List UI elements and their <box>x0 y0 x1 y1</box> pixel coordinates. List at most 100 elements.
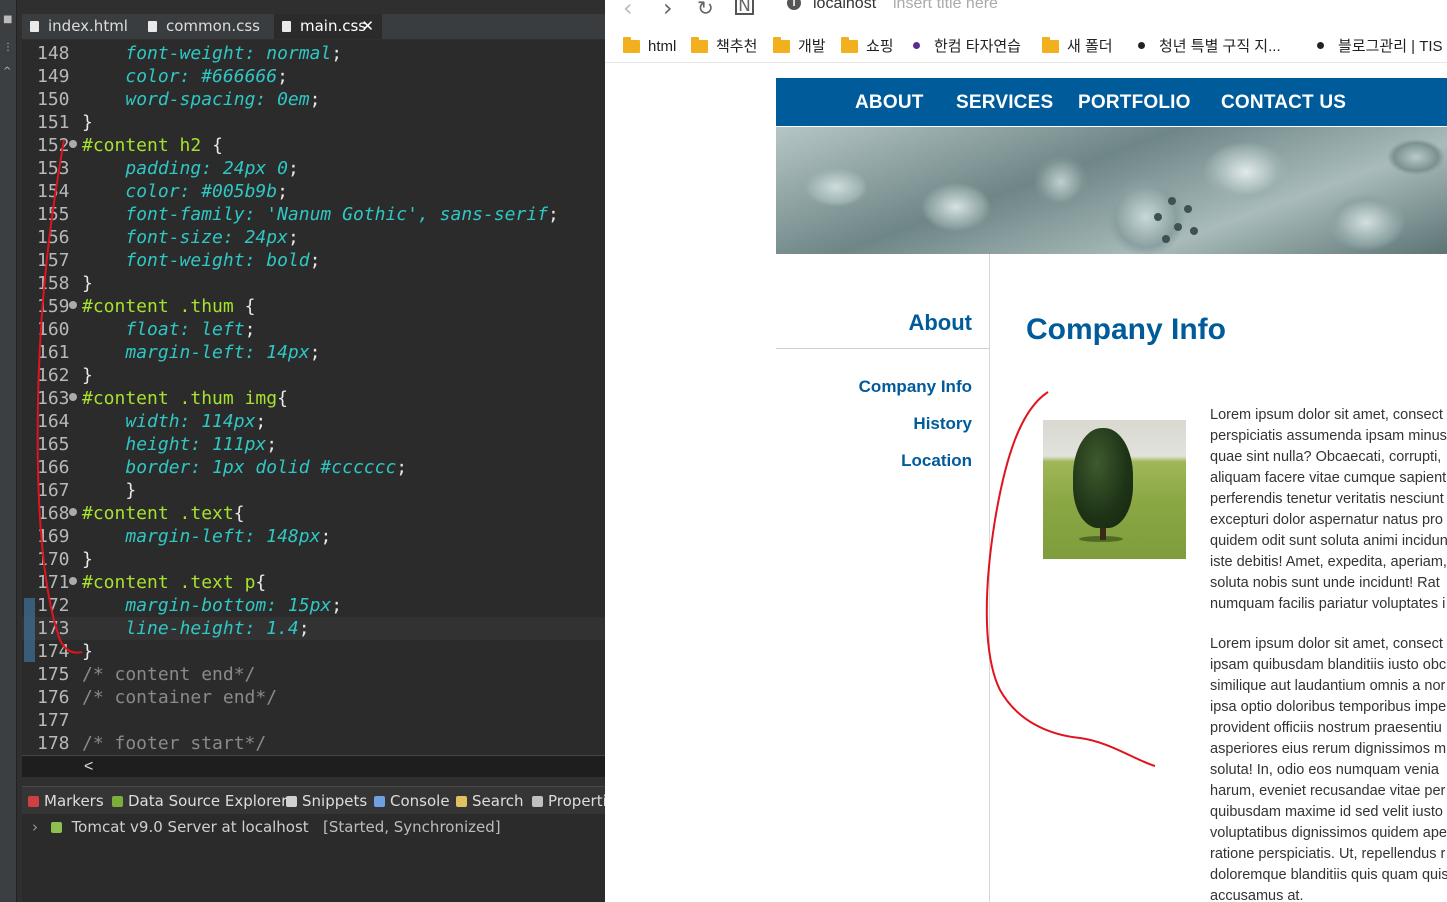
code-line[interactable]: 164 width: 114px; <box>22 410 605 433</box>
bookmark-item[interactable]: 블로그관리 | TIS <box>1317 34 1443 62</box>
panel-tab-properties[interactable]: Properti <box>532 787 607 815</box>
line-number: 167 <box>37 480 70 501</box>
code-line[interactable]: 156 font-size: 24px; <box>22 226 605 249</box>
code-line[interactable]: 150 word-spacing: 0em; <box>22 88 605 111</box>
code-token: ; <box>287 158 299 179</box>
code-line[interactable]: 169 margin-left: 148px; <box>22 525 605 548</box>
code-line[interactable]: 171 #content .text p{ <box>22 571 605 594</box>
reload-icon[interactable]: ↻ <box>697 0 714 20</box>
tab-common-css[interactable]: common.css <box>140 14 274 39</box>
code-line[interactable]: 148 font-weight: normal; <box>22 42 605 65</box>
code-line[interactable]: 177 <box>22 709 605 732</box>
bookmark-item[interactable]: 새 폴더 <box>1042 34 1113 62</box>
back-icon[interactable]: ‹ <box>623 0 633 22</box>
fold-marker-icon[interactable] <box>69 393 77 401</box>
line-number: 150 <box>37 89 70 110</box>
notion-icon[interactable]: N <box>735 0 754 15</box>
code-line[interactable]: 162} <box>22 364 605 387</box>
code-line[interactable]: 168 #content .text{ <box>22 502 605 525</box>
panel-tab-markers[interactable]: Markers <box>28 787 104 815</box>
panel-tab-snippets[interactable]: Snippets <box>286 787 367 815</box>
bookmark-item[interactable]: 쇼핑 <box>841 34 894 62</box>
code-line[interactable]: 149 color: #666666; <box>22 65 605 88</box>
code-line[interactable]: 152 #content h2 { <box>22 134 605 157</box>
forward-icon[interactable]: › <box>663 0 673 22</box>
code-token: left <box>201 319 245 340</box>
expand-chevron-icon[interactable]: › <box>32 818 38 836</box>
sidebar-link-history[interactable]: History <box>776 414 972 434</box>
code-line[interactable]: 161 margin-left: 14px; <box>22 341 605 364</box>
code-line[interactable]: 172 margin-bottom: 15px; <box>22 594 605 617</box>
site-info-icon[interactable]: i <box>787 0 801 10</box>
panel-tab-data-source-explorer[interactable]: Data Source Explorer <box>112 787 287 815</box>
code-line[interactable]: 163 #content .thum img{ <box>22 387 605 410</box>
line-number: 148 <box>37 43 70 64</box>
code-line[interactable]: 174} <box>22 640 605 663</box>
code-line[interactable]: 151} <box>22 111 605 134</box>
toolstrip-dots-icon[interactable]: ⋮ <box>3 42 13 53</box>
toolstrip-caret-icon[interactable]: ^ <box>3 66 11 77</box>
horizontal-scrollbar[interactable]: < <box>22 755 605 777</box>
code-token: word-spacing: <box>125 89 278 110</box>
nav-about[interactable]: ABOUT <box>855 78 924 128</box>
code-line[interactable]: 175 /* content end*/ <box>22 663 605 686</box>
code-line[interactable]: 178 /* footer start*/ <box>22 732 605 755</box>
code-line[interactable]: 173 line-height: 1.4; <box>22 617 605 640</box>
code-line[interactable]: 160 float: left; <box>22 318 605 341</box>
toolstrip-square-icon[interactable]: ■ <box>3 14 12 25</box>
line-number: 159 <box>37 296 70 317</box>
panel-tab-console[interactable]: Console <box>374 787 450 815</box>
sidebar-title: About <box>908 310 972 335</box>
bookmark-label: 쇼핑 <box>866 38 894 55</box>
folder-icon <box>691 37 708 53</box>
code-line[interactable]: 159 #content .thum { <box>22 295 605 318</box>
bookmark-item[interactable]: 개발 <box>773 34 826 62</box>
line-number: 160 <box>37 319 70 340</box>
url-host[interactable]: localhost <box>813 0 876 13</box>
scroll-left-arrow-icon[interactable]: < <box>84 756 93 777</box>
bookmark-item[interactable]: 청년 특별 구직 지... <box>1138 34 1281 62</box>
code-line[interactable]: 165 height: 111px; <box>22 433 605 456</box>
server-row[interactable]: › Tomcat v9.0 Server at localhost [Start… <box>32 818 501 836</box>
sidebar-link-location[interactable]: Location <box>776 451 972 471</box>
paragraph-line: accusamus at. <box>1210 888 1304 902</box>
nav-portfolio[interactable]: PORTFOLIO <box>1078 78 1191 128</box>
code-line[interactable]: 166 border: 1px dolid #cccccc; <box>22 456 605 479</box>
code-line[interactable]: 155 font-family: 'Nanum Gothic', sans-se… <box>22 203 605 226</box>
nav-contact-us[interactable]: CONTACT US <box>1221 78 1346 128</box>
nav-services[interactable]: SERVICES <box>956 78 1053 128</box>
bookmark-item[interactable]: 한컴 타자연습 <box>913 34 1021 62</box>
hero-texture <box>1154 213 1162 221</box>
code-text: padding: 24px 0; <box>82 157 299 180</box>
body-paragraph-2: Lorem ipsum dolor sit amet, consect ipsam… <box>1210 634 1447 902</box>
fold-marker-icon[interactable] <box>69 140 77 148</box>
code-line[interactable]: 158} <box>22 272 605 295</box>
line-number: 161 <box>37 342 70 363</box>
code-line[interactable]: 176 /* container end*/ <box>22 686 605 709</box>
code-line[interactable]: 157 font-weight: bold; <box>22 249 605 272</box>
site-favicon-icon <box>1138 42 1145 49</box>
panel-tab-label: Snippets <box>302 792 368 810</box>
code-line[interactable]: 170} <box>22 548 605 571</box>
bookmark-item[interactable]: html <box>623 34 676 62</box>
code-line[interactable]: 154 color: #005b9b; <box>22 180 605 203</box>
tab-label: common.css <box>166 17 260 35</box>
fold-marker-icon[interactable] <box>69 301 77 309</box>
code-token: font-weight: <box>125 43 267 64</box>
line-number: 152 <box>37 135 70 156</box>
sidebar-link-company-info[interactable]: Company Info <box>776 377 972 397</box>
tab-main-css[interactable]: main.css ✕ <box>274 14 382 39</box>
fold-marker-icon[interactable] <box>69 508 77 516</box>
close-tab-icon[interactable]: ✕ <box>361 14 374 39</box>
change-marker-bar <box>24 598 35 662</box>
bookmark-item[interactable]: 책추천 <box>691 34 757 62</box>
code-editor[interactable]: 148 font-weight: normal; 149 color: #6666… <box>22 40 605 755</box>
code-text: margin-bottom: 15px; <box>82 594 342 617</box>
panel-tab-search[interactable]: Search <box>456 787 524 815</box>
tab-index-html[interactable]: index.html <box>22 14 140 39</box>
line-number: 177 <box>37 710 70 731</box>
code-line[interactable]: 153 padding: 24px 0; <box>22 157 605 180</box>
fold-marker-icon[interactable] <box>69 577 77 585</box>
code-line[interactable]: 167 } <box>22 479 605 502</box>
